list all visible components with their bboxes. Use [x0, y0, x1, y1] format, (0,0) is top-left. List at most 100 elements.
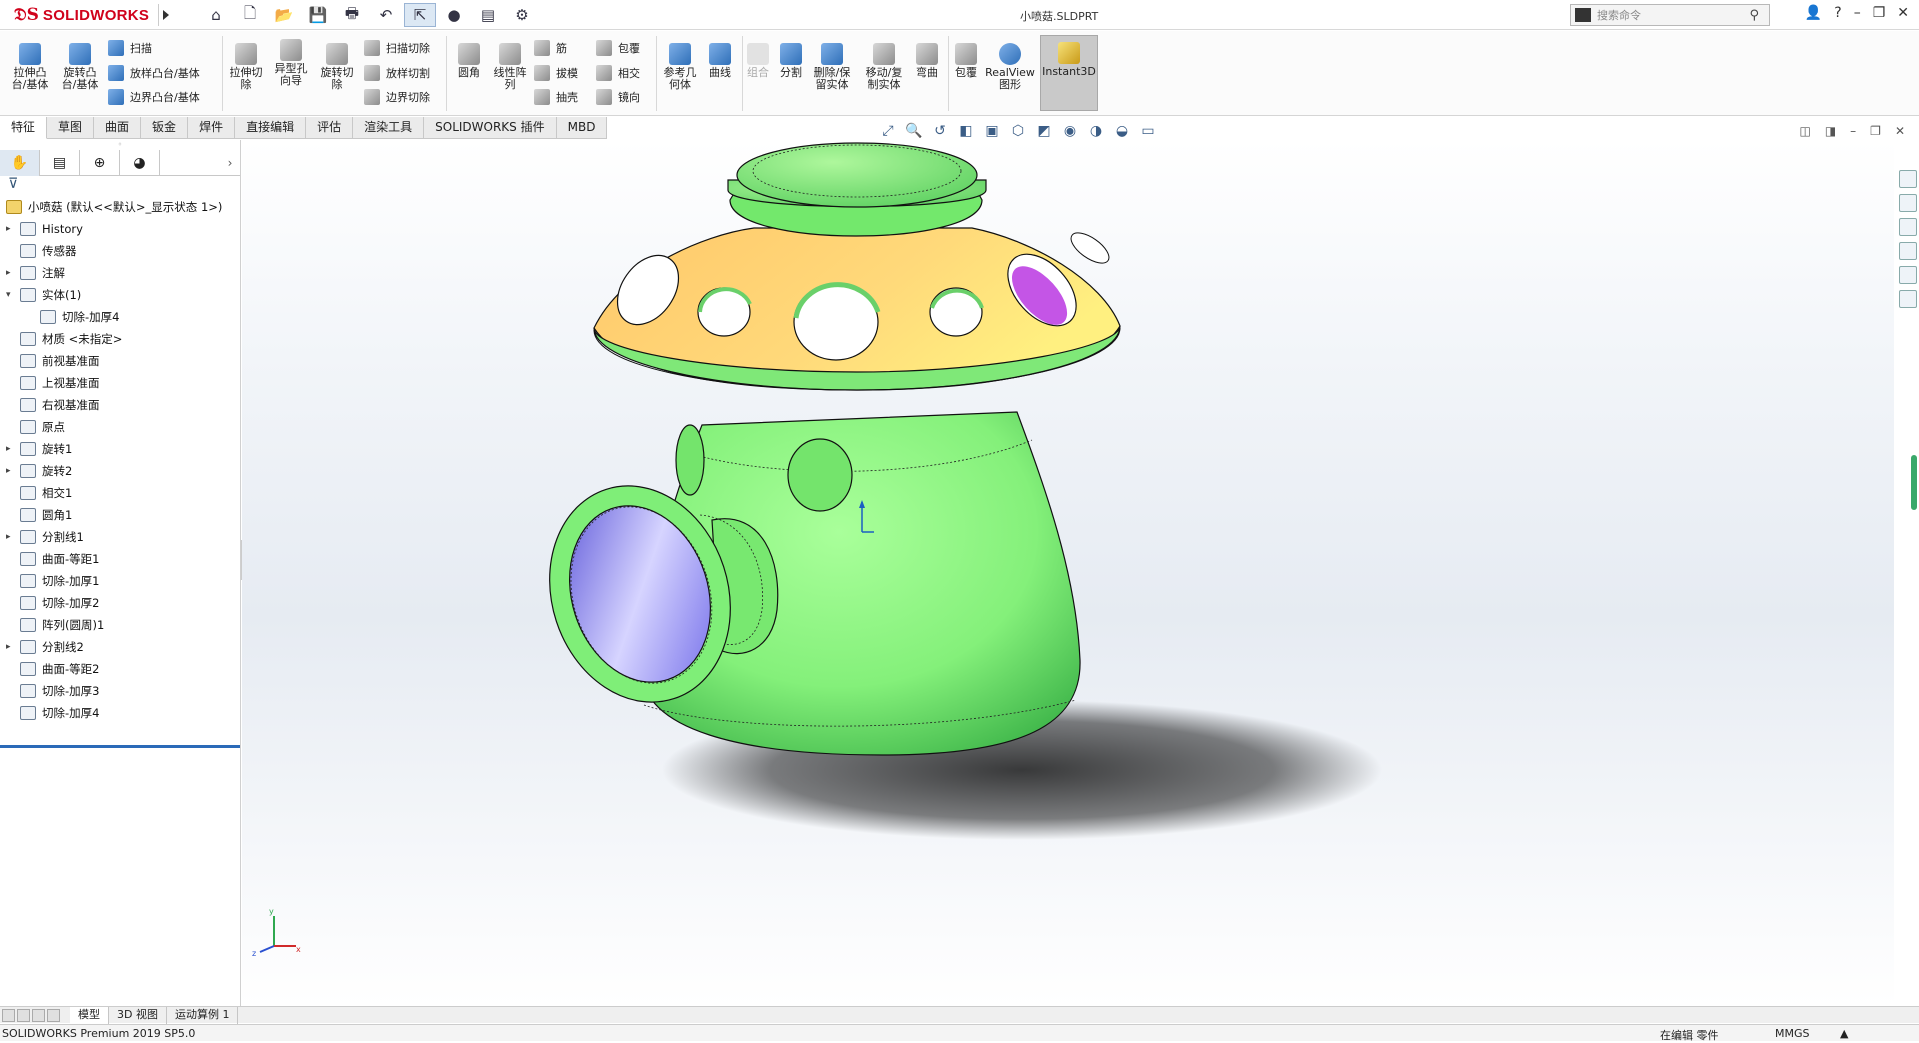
home-icon[interactable]: ⌂: [200, 3, 232, 27]
tile-left-icon[interactable]: ◫: [1799, 124, 1810, 138]
feature-tree-item[interactable]: ▸ 旋转1: [0, 438, 240, 460]
expand-arrow-icon[interactable]: ▸: [6, 268, 16, 278]
mushroom-model[interactable]: [242, 140, 1894, 1006]
configuration-manager-tab-icon[interactable]: ⊕: [80, 150, 120, 176]
mirror-button[interactable]: 镜向: [596, 89, 640, 105]
expand-arrow-icon[interactable]: ▸: [6, 224, 16, 234]
sweep-cut-button[interactable]: 扫描切除: [364, 40, 430, 56]
display-manager-tab-icon[interactable]: ◕: [120, 150, 160, 176]
feature-tree-item[interactable]: 前视基准面: [0, 350, 240, 372]
revolve-boss-button[interactable]: 旋转凸 台/基体: [60, 43, 100, 91]
wrap-button[interactable]: 包覆: [596, 40, 640, 56]
tab-surfaces[interactable]: 曲面: [94, 117, 142, 139]
units-menu-caret-icon[interactable]: ▲: [1840, 1027, 1848, 1040]
select-pointer-icon[interactable]: ⇱: [404, 3, 436, 27]
feature-tree-item[interactable]: 上视基准面: [0, 372, 240, 394]
viewport-scroll-handle[interactable]: [1911, 455, 1917, 510]
tab-3d-views[interactable]: 3D 视图: [109, 1006, 167, 1024]
reference-geometry-button[interactable]: 参考几 何体: [660, 43, 700, 91]
minimize-icon[interactable]: –: [1854, 5, 1861, 21]
hide-show-items-icon[interactable]: ◉: [1060, 122, 1080, 140]
user-icon[interactable]: 👤: [1805, 5, 1822, 21]
restore-icon[interactable]: ❐: [1873, 5, 1886, 21]
feature-tree-item[interactable]: 圆角1: [0, 504, 240, 526]
feature-tree-item[interactable]: 材质 <未指定>: [0, 328, 240, 350]
traffic-light-icon[interactable]: ●: [438, 3, 470, 27]
feature-tree-tab-icon[interactable]: ✋: [0, 150, 40, 176]
section-view-icon[interactable]: ◧: [956, 122, 976, 140]
expand-arrow-icon[interactable]: ▸: [6, 444, 16, 454]
extrude-boss-button[interactable]: 拉伸凸 台/基体: [10, 43, 50, 91]
prev-tab-icon[interactable]: [17, 1008, 30, 1022]
feature-tree-item[interactable]: 切除-加厚4: [0, 306, 240, 328]
tree-root-part[interactable]: 小喷菇 (默认<<默认>_显示状态 1>): [0, 196, 240, 218]
file-explorer-icon[interactable]: [1899, 218, 1917, 236]
graphics-area[interactable]: y x z: [242, 140, 1894, 1006]
apply-scene-icon[interactable]: ◒: [1112, 122, 1132, 140]
draft-button[interactable]: 拔模: [534, 65, 578, 81]
combine-button[interactable]: 组合: [744, 43, 772, 79]
wrap-large-button[interactable]: 包覆: [950, 43, 982, 79]
previous-view-icon[interactable]: ↺: [930, 122, 950, 140]
tile-right-icon[interactable]: ◨: [1825, 124, 1836, 138]
feature-tree-item[interactable]: 曲面-等距2: [0, 658, 240, 680]
fillet-button[interactable]: 圆角: [452, 43, 486, 79]
expand-arrow-icon[interactable]: ▸: [6, 532, 16, 542]
file-properties-icon[interactable]: ▤: [472, 3, 504, 27]
feature-tree-item[interactable]: ▸ 分割线2: [0, 636, 240, 658]
tab-addins[interactable]: SOLIDWORKS 插件: [424, 117, 557, 139]
boundary-cut-button[interactable]: 边界切除: [364, 89, 430, 105]
tab-render-tools[interactable]: 渲染工具: [353, 117, 425, 139]
expand-arrow-icon[interactable]: ▸: [6, 642, 16, 652]
rollback-bar[interactable]: [0, 745, 240, 748]
edit-appearance-icon[interactable]: ◑: [1086, 122, 1106, 140]
feature-tree-item[interactable]: ▸ 注解: [0, 262, 240, 284]
panel-grip[interactable]: ◦: [0, 140, 240, 150]
expand-arrow-icon[interactable]: ▸: [6, 466, 16, 476]
tab-features[interactable]: 特征: [0, 117, 48, 139]
appearances-icon[interactable]: [1899, 266, 1917, 284]
dynamic-annotation-icon[interactable]: ▣: [982, 122, 1002, 140]
view-orientation-icon[interactable]: ⬡: [1008, 122, 1028, 140]
intersect-button[interactable]: 相交: [596, 65, 640, 81]
delete-keep-body-button[interactable]: 删除/保 留实体: [810, 43, 854, 91]
tab-sheet-metal[interactable]: 钣金: [141, 117, 189, 139]
feature-tree-item[interactable]: 切除-加厚3: [0, 680, 240, 702]
view-settings-icon[interactable]: ▭: [1138, 122, 1158, 140]
curves-button[interactable]: 曲线: [704, 43, 736, 79]
zoom-to-area-icon[interactable]: 🔍: [904, 122, 924, 140]
feature-tree-item[interactable]: 阵列(圆周)1: [0, 614, 240, 636]
tab-mbd[interactable]: MBD: [556, 117, 608, 139]
property-manager-tab-icon[interactable]: ▤: [40, 150, 80, 176]
solidworks-logo[interactable]: 𝔇S SOLIDWORKS: [0, 0, 155, 30]
loft-cut-button[interactable]: 放样切割: [364, 65, 430, 81]
split-button[interactable]: 分割: [776, 43, 806, 79]
tab-model[interactable]: 模型: [70, 1006, 109, 1024]
viewport-restore-icon[interactable]: ❐: [1870, 124, 1881, 138]
feature-tree-item[interactable]: 曲面-等距1: [0, 548, 240, 570]
tab-weldments[interactable]: 焊件: [188, 117, 236, 139]
save-icon[interactable]: 💾: [302, 3, 334, 27]
feature-tree-item[interactable]: ▸ History: [0, 218, 240, 240]
help-icon[interactable]: ?: [1834, 5, 1841, 21]
feature-tree-item[interactable]: 切除-加厚4: [0, 702, 240, 724]
new-document-icon[interactable]: 🗋: [234, 3, 266, 27]
more-tabs-chevron-icon[interactable]: ›: [220, 150, 240, 175]
move-copy-body-button[interactable]: 移动/复 制实体: [862, 43, 906, 91]
zoom-to-fit-icon[interactable]: ⤢: [878, 122, 898, 140]
extrude-cut-button[interactable]: 拉伸切 除: [226, 43, 266, 91]
unit-system[interactable]: MMGS: [1775, 1027, 1810, 1040]
task-pane-home-icon[interactable]: [1899, 170, 1917, 188]
display-style-icon[interactable]: ◩: [1034, 122, 1054, 140]
custom-properties-icon[interactable]: [1899, 290, 1917, 308]
tab-sketch[interactable]: 草图: [47, 117, 95, 139]
open-icon[interactable]: 📂: [268, 3, 300, 27]
feature-tree-item[interactable]: 原点: [0, 416, 240, 438]
view-palette-icon[interactable]: [1899, 242, 1917, 260]
feature-tree-item[interactable]: 相交1: [0, 482, 240, 504]
feature-tree-item[interactable]: ▾ 实体(1): [0, 284, 240, 306]
boundary-boss-button[interactable]: 边界凸台/基体: [108, 89, 200, 105]
search-commands-input[interactable]: 搜索命令 ⚲: [1570, 4, 1770, 26]
filter-icon[interactable]: ⊽: [0, 176, 240, 196]
hole-wizard-button[interactable]: 异型孔 向导: [270, 39, 312, 87]
